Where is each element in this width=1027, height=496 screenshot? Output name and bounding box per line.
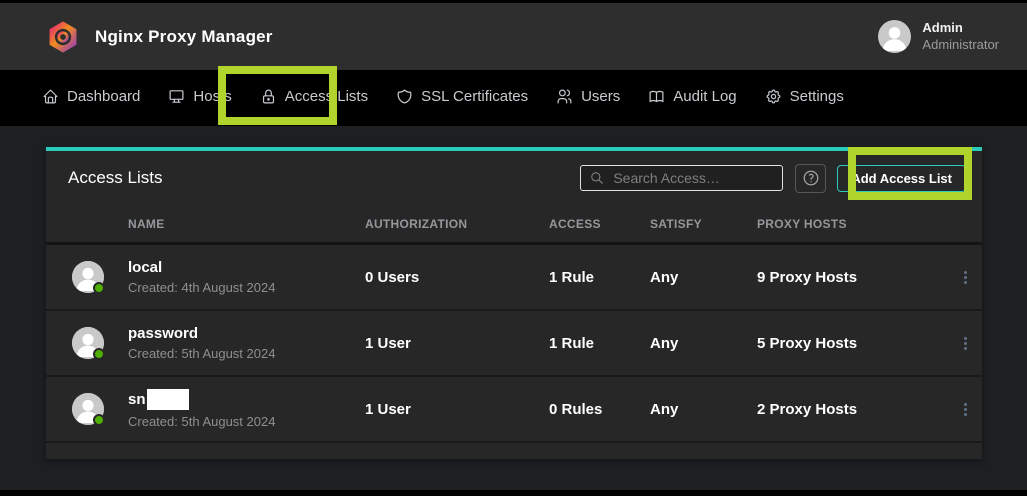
help-circle-icon: [802, 169, 820, 187]
nav-label: Settings: [790, 88, 844, 105]
nav-item-audit-log[interactable]: Audit Log: [648, 88, 736, 105]
nav-label: Audit Log: [673, 88, 736, 105]
panel-title: Access Lists: [68, 168, 162, 188]
row-avatar: [72, 393, 104, 425]
access-list-name: sn: [128, 391, 146, 408]
table-row[interactable]: sn Created: 5th August 2024 1 User 0 Rul…: [46, 377, 982, 443]
access-list-name: local: [128, 259, 162, 276]
panel-header: Access Lists Add Access List: [46, 151, 982, 205]
search-input[interactable]: [581, 166, 782, 190]
authorization-value: 1 User: [365, 401, 549, 418]
gear-icon: [765, 88, 782, 105]
user-role: Administrator: [922, 37, 999, 53]
column-header-name: NAME: [128, 217, 365, 231]
authorization-value: 1 User: [365, 335, 549, 352]
lock-icon: [260, 88, 277, 105]
access-value: 1 Rule: [549, 269, 650, 286]
monitor-icon: [168, 88, 185, 105]
authorization-value: 0 Users: [365, 269, 549, 286]
satisfy-value: Any: [650, 269, 757, 286]
nav-label: Dashboard: [67, 88, 140, 105]
table-header-row: NAME AUTHORIZATION ACCESS SATISFY PROXY …: [46, 205, 982, 242]
shield-icon: [396, 88, 413, 105]
column-header-access: ACCESS: [549, 217, 650, 231]
satisfy-value: Any: [650, 335, 757, 352]
column-header-proxy-hosts: PROXY HOSTS: [757, 217, 948, 231]
status-dot: [93, 414, 105, 426]
nav-item-users[interactable]: Users: [556, 88, 620, 105]
npm-logo-icon: [46, 20, 80, 54]
status-dot: [93, 282, 105, 294]
row-actions-kebab-icon[interactable]: [948, 337, 982, 350]
table-row[interactable]: local Created: 4th August 2024 0 Users 1…: [46, 245, 982, 311]
status-dot: [93, 348, 105, 360]
nav-item-hosts[interactable]: Hosts: [168, 88, 231, 105]
user-avatar: [878, 20, 911, 53]
row-actions-kebab-icon[interactable]: [948, 271, 982, 284]
row-avatar: [72, 261, 104, 293]
column-header-authorization: AUTHORIZATION: [365, 217, 549, 231]
nav-item-settings[interactable]: Settings: [765, 88, 844, 105]
nav-label: Access Lists: [285, 88, 368, 105]
created-date: Created: 5th August 2024: [128, 346, 365, 361]
help-button[interactable]: [795, 164, 826, 193]
proxy-hosts-value: 9 Proxy Hosts: [757, 269, 948, 286]
search-icon: [590, 171, 604, 185]
access-list-name: password: [128, 325, 198, 342]
app-header: Nginx Proxy Manager Admin Administrator: [0, 3, 1027, 70]
created-date: Created: 5th August 2024: [128, 414, 365, 429]
main-nav: Dashboard Hosts Access Lists SSL Certifi…: [0, 70, 1027, 126]
user-menu[interactable]: Admin Administrator: [878, 20, 999, 53]
nav-label: Hosts: [193, 88, 231, 105]
nav-item-dashboard[interactable]: Dashboard: [42, 88, 140, 105]
nav-label: Users: [581, 88, 620, 105]
row-actions-kebab-icon[interactable]: [948, 403, 982, 416]
person-icon: [878, 20, 911, 53]
proxy-hosts-value: 5 Proxy Hosts: [757, 335, 948, 352]
access-value: 0 Rules: [549, 401, 650, 418]
redaction-box: [147, 389, 189, 410]
table-row[interactable]: password Created: 5th August 2024 1 User…: [46, 311, 982, 377]
nav-item-access-lists[interactable]: Access Lists: [260, 88, 368, 105]
proxy-hosts-value: 2 Proxy Hosts: [757, 401, 948, 418]
home-icon: [42, 88, 59, 105]
book-icon: [648, 88, 665, 105]
user-name: Admin: [922, 20, 999, 36]
created-date: Created: 4th August 2024: [128, 280, 365, 295]
access-lists-panel: Access Lists Add Access List NAME AUTHOR…: [46, 147, 982, 459]
satisfy-value: Any: [650, 401, 757, 418]
nav-item-ssl-certificates[interactable]: SSL Certificates: [396, 88, 528, 105]
column-header-satisfy: SATISFY: [650, 217, 757, 231]
app-title: Nginx Proxy Manager: [95, 27, 273, 47]
nav-label: SSL Certificates: [421, 88, 528, 105]
users-icon: [556, 88, 573, 105]
search-box: [580, 165, 783, 191]
add-access-list-button[interactable]: Add Access List: [837, 165, 966, 192]
window-bottom-edge: [0, 490, 1027, 496]
row-avatar: [72, 327, 104, 359]
access-value: 1 Rule: [549, 335, 650, 352]
